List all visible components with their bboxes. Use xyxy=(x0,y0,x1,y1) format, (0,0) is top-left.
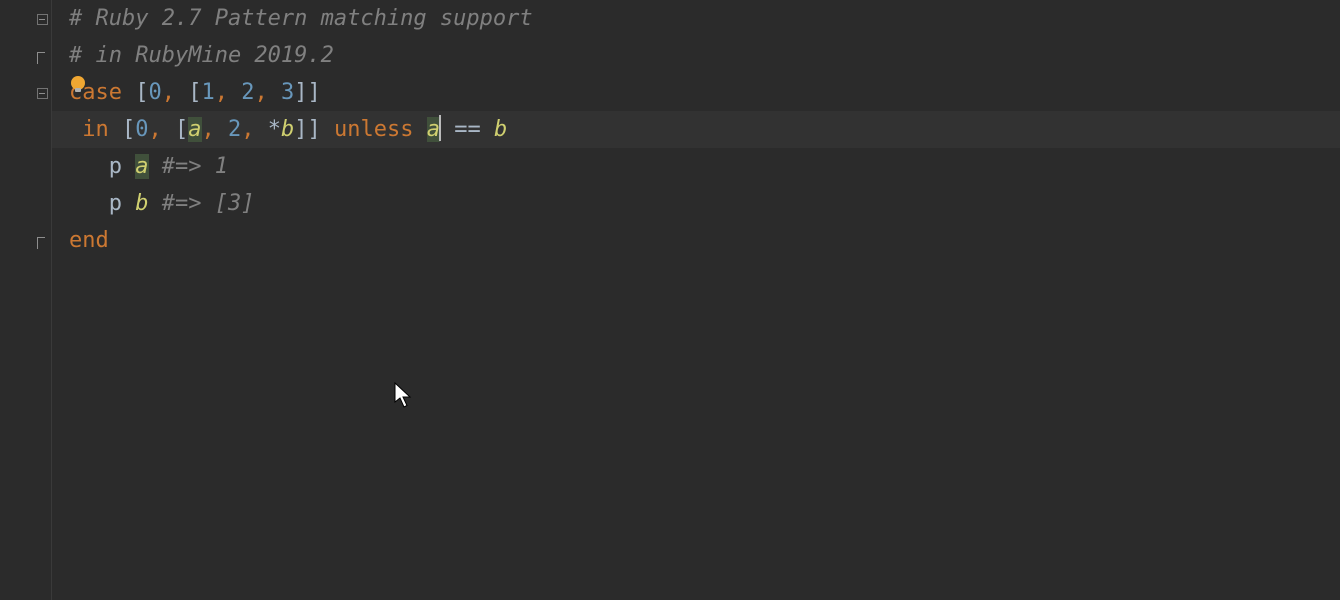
comment: # Ruby 2.7 Pattern matching support xyxy=(69,6,533,31)
method-p: p xyxy=(109,191,122,216)
code-line[interactable]: case [0, [1, 2, 3]] xyxy=(52,74,1340,111)
keyword-in: in xyxy=(82,117,109,142)
mouse-cursor-icon xyxy=(394,382,414,410)
code-line[interactable]: p a #=> 1 xyxy=(52,148,1340,185)
comment: #=> [3] xyxy=(162,191,255,216)
code-line-current[interactable]: in [0, [a, 2, *b]] unless a == b xyxy=(52,111,1340,148)
comment: # in RubyMine 2019.2 xyxy=(69,43,334,68)
code-line[interactable]: # Ruby 2.7 Pattern matching support xyxy=(52,0,1340,37)
keyword-end: end xyxy=(69,228,109,253)
method-p: p xyxy=(109,154,122,179)
pattern-var-b: b xyxy=(281,117,294,142)
intention-bulb-icon[interactable] xyxy=(67,74,89,96)
var-a: a xyxy=(135,154,148,179)
pattern-var-a: a xyxy=(188,117,201,142)
var-b: b xyxy=(494,117,507,142)
gutter xyxy=(0,0,52,600)
fold-end-icon[interactable] xyxy=(35,235,49,249)
code-line[interactable]: p b #=> [3] xyxy=(52,185,1340,222)
fold-minus-icon[interactable] xyxy=(35,86,49,100)
var-a: a xyxy=(427,117,440,142)
code-line[interactable]: # in RubyMine 2019.2 xyxy=(52,37,1340,74)
var-b: b xyxy=(135,191,148,216)
fold-end-icon[interactable] xyxy=(35,50,49,64)
code-line[interactable]: end xyxy=(52,222,1340,259)
code-area[interactable]: # Ruby 2.7 Pattern matching support # in… xyxy=(52,0,1340,600)
code-editor[interactable]: # Ruby 2.7 Pattern matching support # in… xyxy=(0,0,1340,600)
comment: #=> 1 xyxy=(162,154,228,179)
keyword-unless: unless xyxy=(334,117,413,142)
fold-minus-icon[interactable] xyxy=(35,12,49,26)
